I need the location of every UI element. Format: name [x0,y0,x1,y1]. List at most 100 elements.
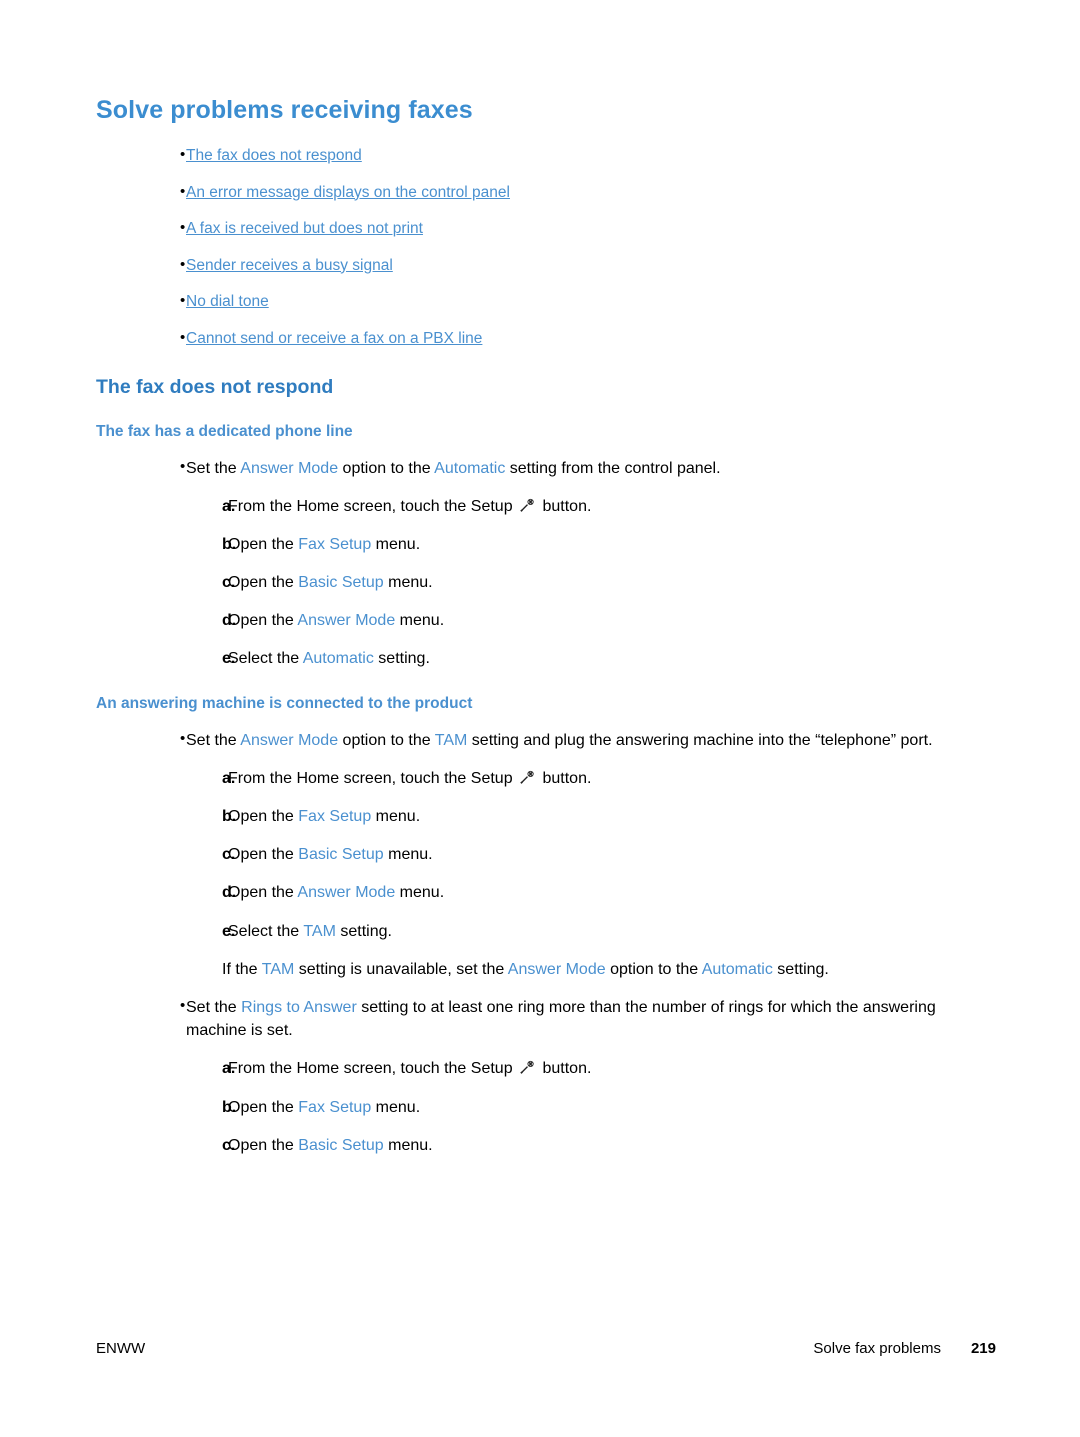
text-fragment: Set the [186,459,241,477]
ui-term: Rings to Answer [241,998,357,1016]
list-item[interactable]: No dial tone [96,292,996,311]
text-fragment: From the Home screen, touch the Setup [228,769,518,787]
text-fragment: setting. [335,922,392,940]
footer-left-label: ENWW [96,1340,146,1357]
text-fragment: button. [538,769,592,787]
bullet-item: Set the Answer Mode option to the TAM se… [96,728,996,752]
ui-term: Answer Mode [240,731,339,749]
text-fragment: menu. [371,535,421,553]
step-label: b. [222,535,237,553]
text-fragment: Select the [228,922,304,940]
text-fragment: From the Home screen, touch the Setup [228,497,518,515]
table-of-contents: The fax does not respond An error messag… [96,146,996,348]
setup-wrench-icon [519,497,536,514]
step-item: c. Open the Basic Setup menu. [96,571,996,594]
step-item: a. From the Home screen, touch the Setup… [96,767,996,790]
setup-wrench-icon [519,769,536,786]
page-content: Solve problems receiving faxes The fax d… [96,96,996,1172]
ui-term: Answer Mode [240,459,339,477]
list-item[interactable]: A fax is received but does not print [96,219,996,238]
text-fragment: Set the [186,731,241,749]
step-item: b. Open the Fax Setup menu. [96,805,996,828]
footer-section-label: Solve fax problems [813,1340,941,1357]
note-paragraph: If the TAM setting is unavailable, set t… [96,958,996,981]
step-label: c. [222,574,236,592]
step-item: b. Open the Fax Setup menu. [96,533,996,556]
ui-term: Automatic [302,650,374,668]
text-fragment: Open the [228,884,298,902]
text-fragment: Open the [228,808,299,825]
list-item[interactable]: Sender receives a busy signal [96,256,996,275]
ui-term: TAM [261,960,295,978]
page-number: 219 [970,1340,996,1357]
text-fragment: If the [222,960,262,978]
text-fragment: Open the [228,846,299,864]
text-fragment: option to the [338,459,435,477]
step-item: c. Open the Basic Setup menu. [96,1134,996,1157]
step-label: c. [222,846,236,864]
text-fragment: option to the [605,960,702,978]
ui-term: Basic Setup [298,1136,384,1154]
page-title: Solve problems receiving faxes [96,96,473,124]
text-fragment: menu. [371,1098,421,1116]
ui-term: Answer Mode [297,612,396,630]
text-fragment: button. [538,497,592,515]
text-fragment: Select the [228,650,303,668]
step-label: a. [222,769,236,787]
ui-term: Fax Setup [298,808,372,825]
text-fragment: menu. [383,1136,433,1154]
toc-link[interactable]: An error message displays on the control… [186,184,510,201]
ui-term: Answer Mode [297,884,396,902]
ui-term: Fax Setup [298,1098,372,1116]
ui-term: TAM [303,922,336,940]
list-item[interactable]: The fax does not respond [96,146,996,165]
step-item: d. Open the Answer Mode menu. [96,609,996,632]
text-fragment: button. [538,1060,592,1078]
text-fragment: Open the [228,1136,299,1154]
list-item[interactable]: An error message displays on the control… [96,183,996,202]
step-label: a. [222,1060,236,1078]
step-label: c. [222,1136,236,1154]
toc-link[interactable]: A fax is received but does not print [186,220,423,237]
ui-term: Answer Mode [507,960,606,978]
toc-link[interactable]: The fax does not respond [186,147,362,164]
ui-term: Basic Setup [298,574,384,592]
toc-link[interactable]: Sender receives a busy signal [186,257,393,274]
text-fragment: setting from the control panel. [505,459,721,477]
ui-term: Fax Setup [298,535,372,553]
step-label: e. [222,922,236,940]
step-label: d. [222,884,237,902]
text-fragment: setting. [373,650,430,668]
text-fragment: menu. [383,574,433,592]
text-fragment: Open the [228,535,299,553]
text-fragment: menu. [371,808,421,825]
step-item: e. Select the Automatic setting. [96,647,996,670]
step-item: e. Select the TAM setting. [96,920,996,943]
ui-term: Basic Setup [298,846,384,864]
section-title: The fax does not respond [96,375,334,398]
ui-term: TAM [434,731,468,749]
text-fragment: setting. [772,960,829,978]
toc-link[interactable]: Cannot send or receive a fax on a PBX li… [186,330,482,347]
text-fragment: menu. [395,884,445,902]
text-fragment: menu. [383,846,433,864]
step-label: d. [222,612,237,630]
footer-right: Solve fax problems 219 [813,1340,996,1357]
bullet-item: Set the Answer Mode option to the Automa… [96,455,996,480]
subsection-title-dedicated-line: The fax has a dedicated phone line [96,422,353,440]
document-page: Solve problems receiving faxes The fax d… [0,0,1080,1437]
ui-term: Automatic [434,459,506,477]
toc-link[interactable]: No dial tone [186,293,269,310]
list-item[interactable]: Cannot send or receive a fax on a PBX li… [96,329,996,348]
step-label: b. [222,1098,237,1116]
subsection-title-answering-machine: An answering machine is connected to the… [96,694,473,712]
text-fragment: option to the [338,731,435,749]
text-fragment: Open the [228,612,298,630]
text-fragment: From the Home screen, touch the Setup [228,1060,518,1078]
text-fragment: menu. [395,612,445,630]
step-item: a. From the Home screen, touch the Setup… [96,1057,996,1080]
setup-wrench-icon [519,1059,536,1076]
step-label: b. [222,808,237,825]
step-label: a. [222,497,236,515]
text-fragment: Open the [228,1098,299,1116]
